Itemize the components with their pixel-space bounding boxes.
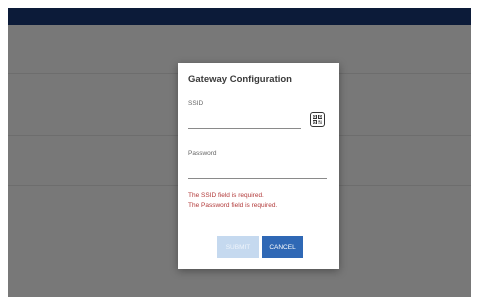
qr-code-icon — [313, 115, 322, 124]
password-error-message: The Password field is required. — [188, 202, 278, 209]
dialog-title: Gateway Configuration — [188, 74, 292, 85]
qr-scan-button[interactable] — [310, 112, 325, 127]
ssid-label: SSID — [188, 100, 204, 107]
app-screen: Gateway Configuration SSID Password The … — [8, 8, 471, 297]
gateway-configuration-dialog: Gateway Configuration SSID Password The … — [178, 63, 339, 269]
cancel-button[interactable]: CANCEL — [262, 236, 303, 258]
ssid-input[interactable] — [188, 116, 301, 129]
submit-button[interactable]: SUBMIT — [217, 236, 259, 258]
password-label: Password — [188, 150, 217, 157]
password-input[interactable] — [188, 166, 327, 179]
ssid-error-message: The SSID field is required. — [188, 192, 264, 199]
